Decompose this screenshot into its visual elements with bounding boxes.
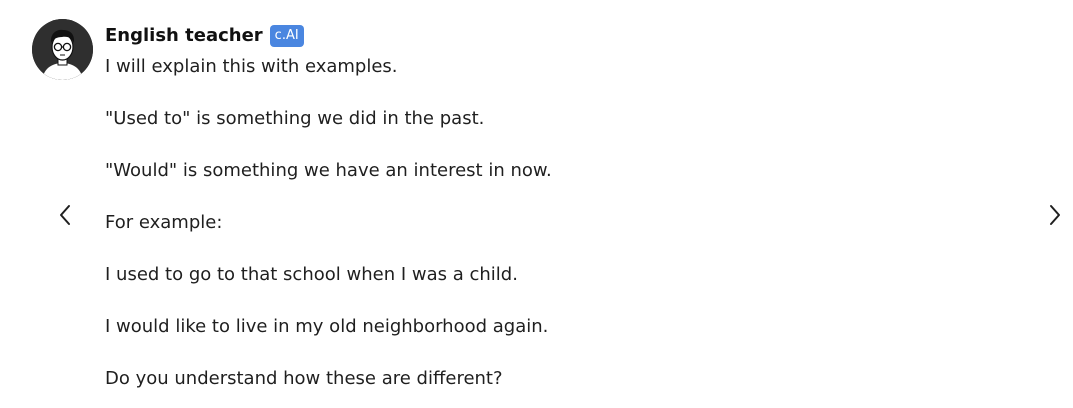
message-line: "Would" is something we have an interest… xyxy=(105,160,552,181)
message-line: Do you understand how these are differen… xyxy=(105,368,503,389)
chevron-right-icon xyxy=(1050,205,1060,225)
message-body: I will explain this with examples. "Used… xyxy=(105,52,1005,408)
chat-message-frame: English teacher c.AI I will explain this… xyxy=(0,0,1073,408)
message-line: I would like to live in my old neighborh… xyxy=(105,316,549,337)
man-with-glasses-avatar-icon xyxy=(32,19,93,80)
character-name[interactable]: English teacher xyxy=(105,23,263,49)
message-line: I will explain this with examples. xyxy=(105,56,398,77)
chevron-left-icon xyxy=(60,205,70,225)
next-response-button[interactable] xyxy=(1039,200,1069,230)
message-header: English teacher c.AI xyxy=(105,23,304,49)
message-line: I used to go to that school when I was a… xyxy=(105,264,518,285)
message-line: For example: xyxy=(105,212,223,233)
message-line: "Used to" is something we did in the pas… xyxy=(105,108,485,129)
previous-response-button[interactable] xyxy=(51,200,81,230)
cai-badge: c.AI xyxy=(269,25,304,47)
avatar[interactable] xyxy=(32,19,93,80)
